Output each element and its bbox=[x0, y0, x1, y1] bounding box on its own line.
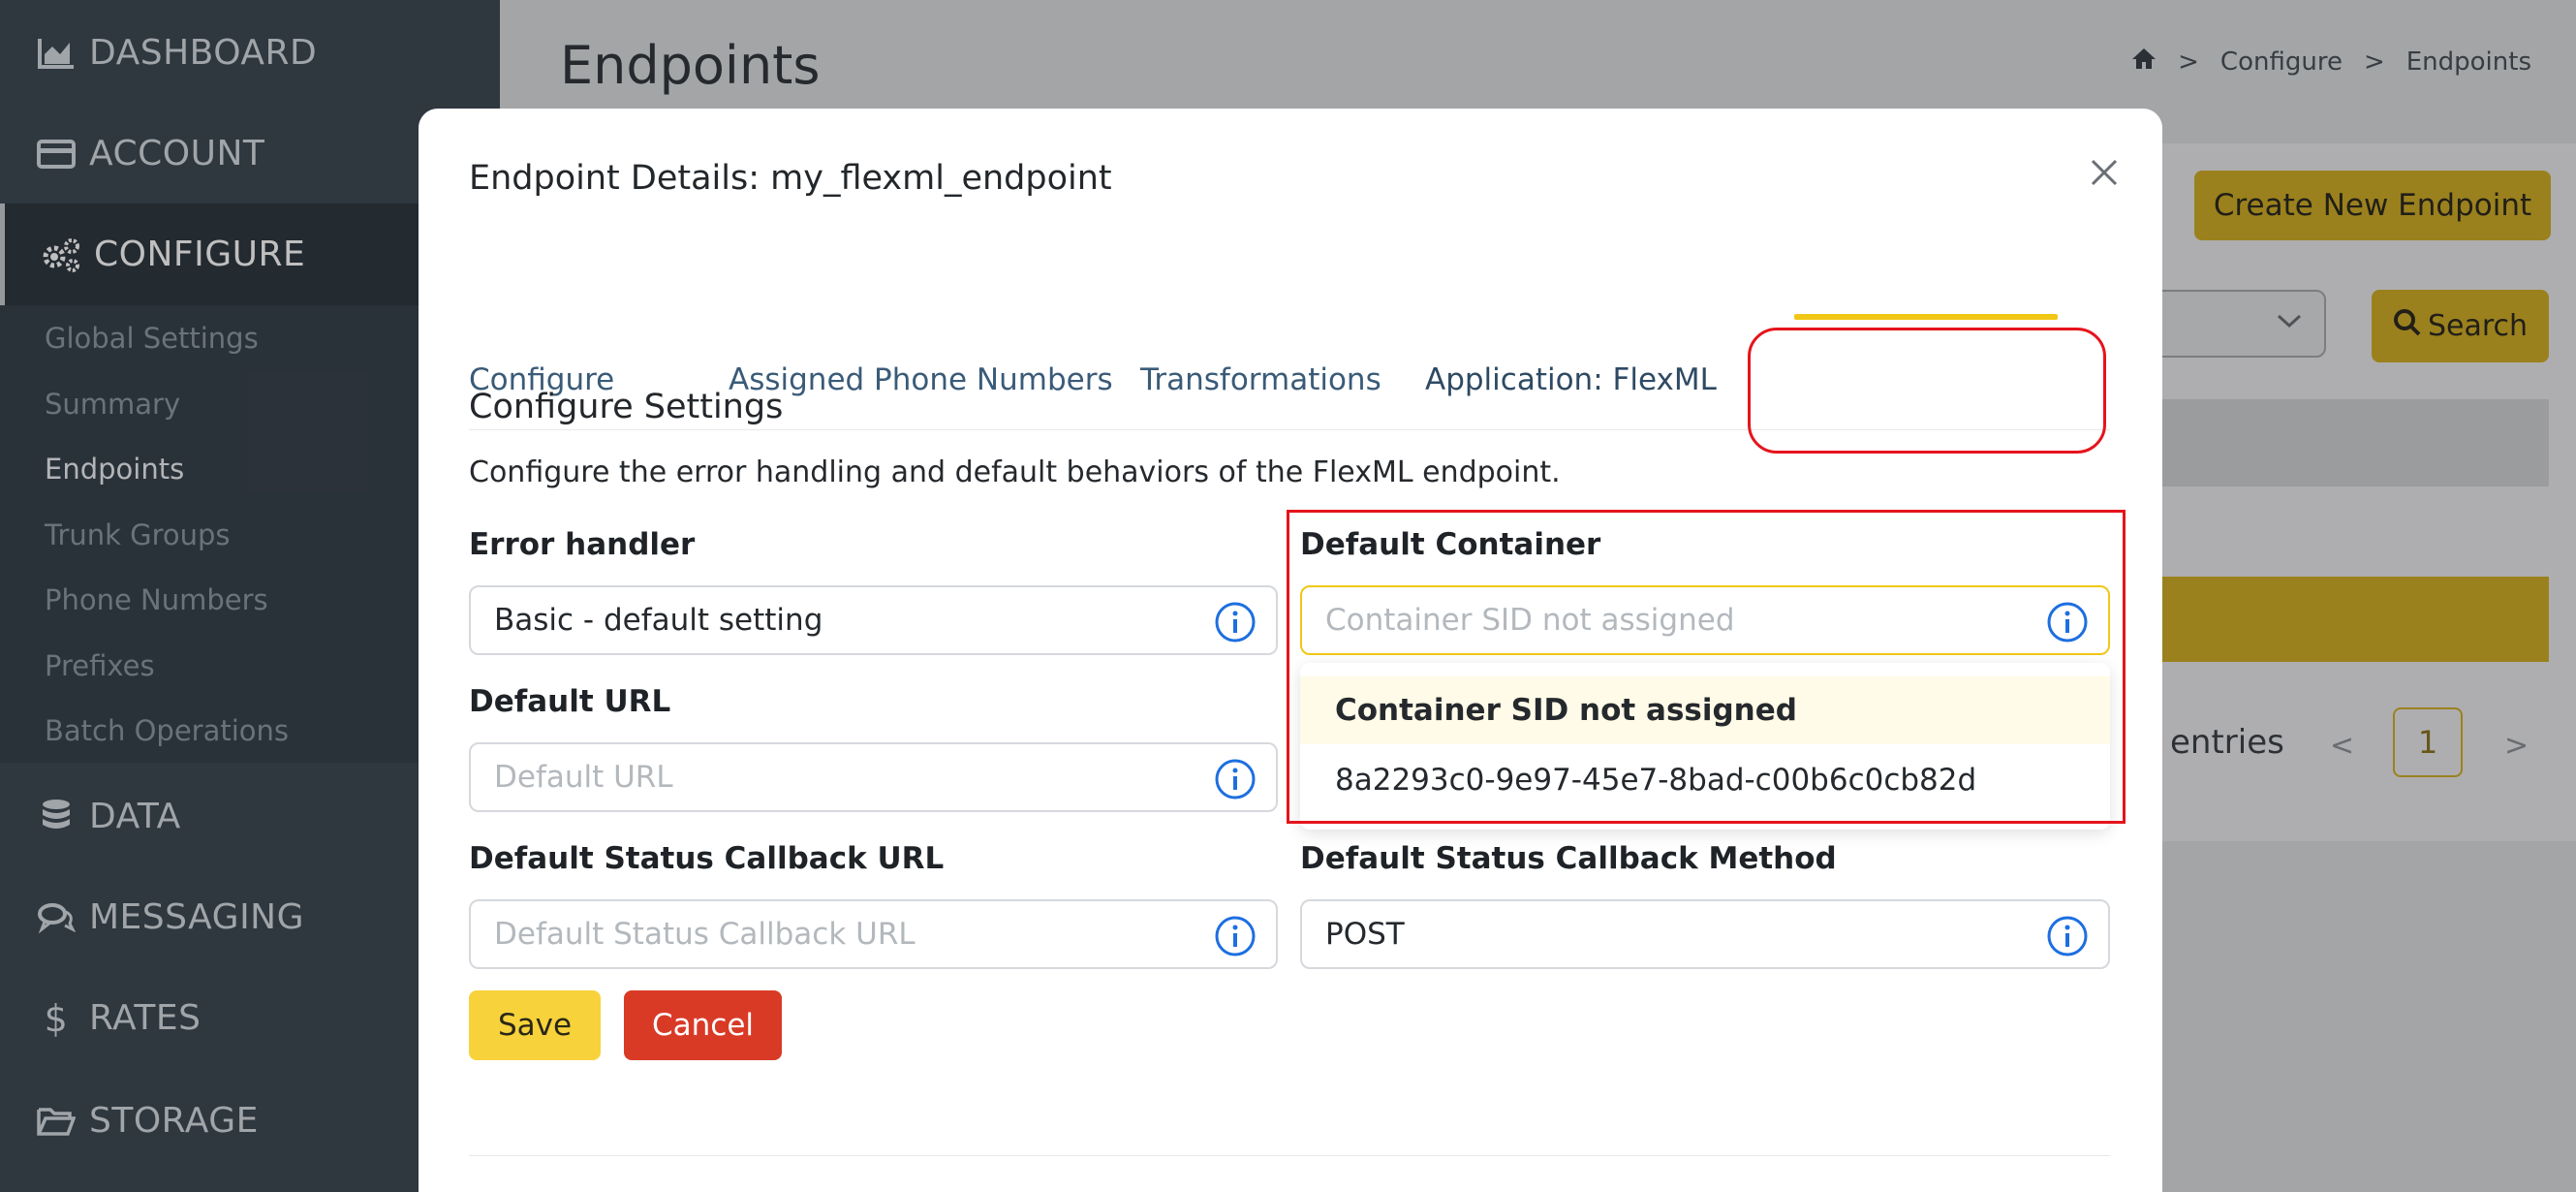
status-callback-url-label: Default Status Callback URL bbox=[469, 841, 945, 876]
section-description: Configure the error handling and default… bbox=[469, 455, 1561, 489]
annotation-highlight-container bbox=[1287, 510, 2126, 824]
default-url-label: Default URL bbox=[469, 684, 671, 719]
error-handler-label: Error handler bbox=[469, 527, 696, 562]
info-icon[interactable] bbox=[2046, 915, 2089, 957]
info-icon[interactable] bbox=[1214, 915, 1257, 957]
info-icon[interactable] bbox=[1214, 758, 1257, 800]
cancel-button[interactable]: Cancel bbox=[624, 990, 782, 1060]
default-url-placeholder: Default URL bbox=[494, 760, 673, 795]
tab-application-flexml[interactable]: Application: FlexML bbox=[1425, 362, 1717, 442]
default-url-input[interactable]: Default URL bbox=[469, 742, 1278, 812]
tab-assigned-phone-numbers[interactable]: Assigned Phone Numbers bbox=[729, 362, 1113, 442]
status-callback-method-select[interactable]: POST bbox=[1300, 899, 2110, 969]
divider bbox=[469, 1155, 2110, 1156]
close-icon[interactable] bbox=[2083, 151, 2126, 194]
save-button[interactable]: Save bbox=[469, 990, 601, 1060]
status-callback-url-input[interactable]: Default Status Callback URL bbox=[469, 899, 1278, 969]
modal-title: Endpoint Details: my_flexml_endpoint bbox=[469, 159, 1112, 198]
annotation-highlight-tab bbox=[1748, 328, 2106, 454]
status-callback-method-label: Default Status Callback Method bbox=[1300, 841, 1837, 876]
active-tab-indicator bbox=[1794, 314, 2058, 320]
tab-transformations[interactable]: Transformations bbox=[1140, 362, 1381, 442]
status-callback-url-placeholder: Default Status Callback URL bbox=[494, 917, 916, 952]
status-callback-method-value: POST bbox=[1325, 917, 1405, 952]
info-icon[interactable] bbox=[1214, 601, 1257, 643]
error-handler-select[interactable]: Basic - default setting bbox=[469, 585, 1278, 655]
error-handler-value: Basic - default setting bbox=[494, 603, 823, 638]
section-title: Configure Settings bbox=[469, 388, 784, 426]
endpoint-details-modal: Endpoint Details: my_flexml_endpoint Con… bbox=[419, 109, 2162, 1192]
